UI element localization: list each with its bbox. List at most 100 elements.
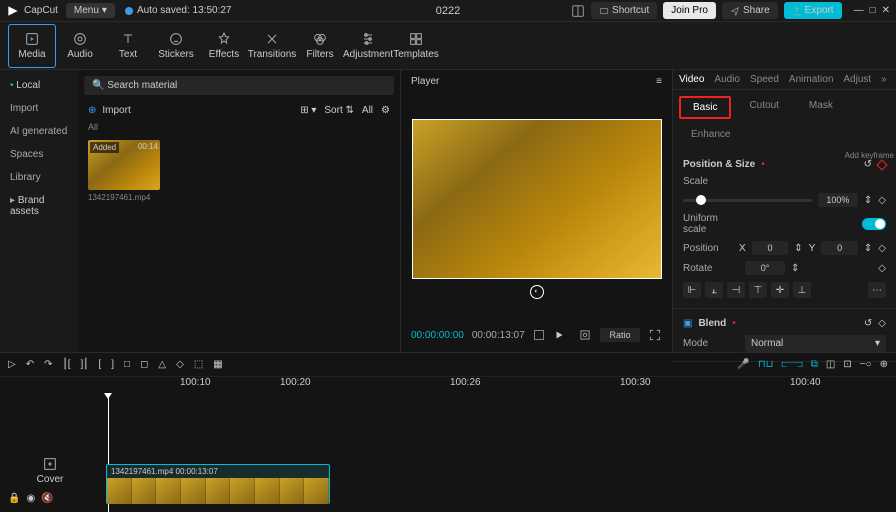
keyframe-diamond-icon[interactable]: [876, 159, 887, 170]
keyframe-icon[interactable]: ◇: [878, 318, 886, 329]
tab-adjust[interactable]: Adjust: [843, 74, 871, 85]
sidebar-item-spaces[interactable]: Spaces: [0, 143, 78, 166]
sidebar-item-import[interactable]: Import: [0, 97, 78, 120]
keyframe-icon[interactable]: ◇: [878, 263, 886, 274]
fullscreen-icon[interactable]: [648, 328, 662, 342]
filter-all[interactable]: All: [362, 105, 373, 116]
link-icon[interactable]: ⧉: [811, 359, 818, 370]
menu-button[interactable]: Menu▾: [66, 3, 115, 18]
import-button[interactable]: Import: [102, 105, 130, 116]
zoom-out-icon[interactable]: −○: [860, 359, 872, 370]
shortcut-button[interactable]: Shortcut: [591, 2, 657, 19]
tool-text[interactable]: Text: [104, 24, 152, 68]
stepper-icon[interactable]: ⇕: [864, 195, 872, 206]
align-left-icon[interactable]: ⊩: [683, 282, 701, 298]
keyframe-icon[interactable]: ◇: [878, 243, 886, 254]
timeline-ruler[interactable]: 100:10 100:20 100:26 100:30 100:40: [0, 377, 896, 393]
sidebar-item-local[interactable]: • Local: [0, 74, 78, 97]
split-left-icon[interactable]: ]⎮: [80, 359, 88, 370]
lock-icon[interactable]: 🔒: [8, 493, 20, 504]
undo-icon[interactable]: ↶: [26, 359, 34, 370]
close-icon[interactable]: ✕: [882, 5, 890, 16]
tool-filters[interactable]: Filters: [296, 24, 344, 68]
align-more-icon[interactable]: ⋯: [868, 282, 886, 298]
rotate-input[interactable]: 0°: [745, 261, 785, 275]
zoom-in-icon[interactable]: ⊕: [880, 359, 888, 370]
tab-audio[interactable]: Audio: [714, 74, 740, 85]
tab-animation[interactable]: Animation: [789, 74, 833, 85]
freeze-icon[interactable]: ▦: [213, 359, 222, 370]
sort-button[interactable]: Sort ⇅: [324, 105, 354, 116]
ratio-button[interactable]: Ratio: [600, 328, 640, 342]
magnet-icon[interactable]: ⊓⊔: [758, 359, 774, 370]
align-center-v-icon[interactable]: ✛: [771, 282, 789, 298]
preview-icon[interactable]: ◫: [826, 359, 835, 370]
align-right-icon[interactable]: ⊣: [727, 282, 745, 298]
media-thumbnail[interactable]: Added 00:14 1342197461.mp4: [88, 140, 160, 202]
search-input[interactable]: 🔍 Search material: [84, 76, 394, 95]
share-button[interactable]: Share: [722, 2, 778, 19]
split-icon[interactable]: ⎮[: [62, 359, 70, 370]
maximize-icon[interactable]: □: [870, 5, 876, 16]
align-bottom-icon[interactable]: ⊥: [793, 282, 811, 298]
export-button[interactable]: Export: [784, 2, 842, 19]
player-menu-icon[interactable]: ≡: [656, 76, 662, 87]
tool-audio[interactable]: Audio: [56, 24, 104, 68]
visibility-icon[interactable]: ◉: [26, 493, 35, 504]
tab-speed[interactable]: Speed: [750, 74, 779, 85]
trim-left-icon[interactable]: [: [98, 359, 101, 370]
subtab-cutout[interactable]: Cutout: [737, 96, 790, 119]
layout-icon[interactable]: [571, 4, 585, 18]
play-icon[interactable]: [553, 329, 565, 341]
preview-canvas[interactable]: [412, 119, 662, 279]
tab-more-icon[interactable]: »: [881, 74, 887, 85]
redo-icon[interactable]: ↷: [44, 359, 52, 370]
rotate-icon[interactable]: ◇: [176, 359, 184, 370]
sidebar-item-library[interactable]: Library: [0, 166, 78, 189]
mirror-icon[interactable]: △: [158, 359, 166, 370]
subtab-mask[interactable]: Mask: [797, 96, 845, 119]
blend-mode-select[interactable]: Normal▾: [745, 335, 886, 352]
sidebar-item-ai[interactable]: AI generated: [0, 120, 78, 143]
pointer-icon[interactable]: ▷: [8, 359, 16, 370]
sidebar-item-brand[interactable]: ▸ Brand assets: [0, 189, 78, 223]
tool-effects[interactable]: Effects: [200, 24, 248, 68]
track-icon[interactable]: ⊡: [843, 359, 851, 370]
subtab-enhance[interactable]: Enhance: [679, 125, 742, 144]
crop-icon[interactable]: ⬚: [194, 359, 203, 370]
tab-video[interactable]: Video: [679, 74, 704, 85]
align-center-h-icon[interactable]: ⫠: [705, 282, 723, 298]
reset-icon[interactable]: ↺: [864, 318, 872, 329]
tool-transitions[interactable]: Transitions: [248, 24, 296, 68]
filter-icon[interactable]: ⚙: [381, 105, 390, 116]
grid-view-icon[interactable]: ⊞ ▾: [300, 105, 316, 116]
tool-stickers[interactable]: Stickers: [152, 24, 200, 68]
reset-icon[interactable]: ↺: [864, 159, 872, 170]
snap-icon[interactable]: ⫍⫎: [781, 359, 802, 370]
align-top-icon[interactable]: ⊤: [749, 282, 767, 298]
delete-icon[interactable]: □: [124, 359, 130, 370]
tool-media[interactable]: Media: [8, 24, 56, 68]
trim-right-icon[interactable]: ]: [111, 359, 114, 370]
tool-adjustment[interactable]: Adjustment: [344, 24, 392, 68]
minimize-icon[interactable]: —: [854, 5, 864, 16]
join-pro-button[interactable]: Join Pro: [663, 2, 716, 19]
tool-templates[interactable]: Templates: [392, 24, 440, 68]
import-plus-icon[interactable]: ⊕: [88, 105, 96, 116]
keyframe-icon[interactable]: ◇: [878, 195, 886, 206]
pos-x-input[interactable]: 0: [752, 241, 789, 255]
rotate-label: Rotate: [683, 263, 739, 274]
transform-handle-icon[interactable]: ◐: [530, 285, 544, 299]
mute-icon[interactable]: 🔇: [41, 493, 53, 504]
scale-icon[interactable]: [578, 328, 592, 342]
reverse-icon[interactable]: ◻: [140, 359, 148, 370]
pos-y-input[interactable]: 0: [821, 241, 858, 255]
uniform-toggle[interactable]: [862, 218, 886, 230]
scale-slider[interactable]: [683, 199, 812, 202]
prev-frame-icon[interactable]: [533, 329, 545, 341]
subtab-basic[interactable]: Basic: [679, 96, 731, 119]
scale-value[interactable]: 100%: [818, 193, 858, 207]
mic-icon[interactable]: 🎤: [737, 359, 749, 370]
cover-button[interactable]: Cover: [4, 452, 96, 489]
timeline-clip[interactable]: 1342197461.mp4 00:00:13:07: [106, 464, 330, 504]
